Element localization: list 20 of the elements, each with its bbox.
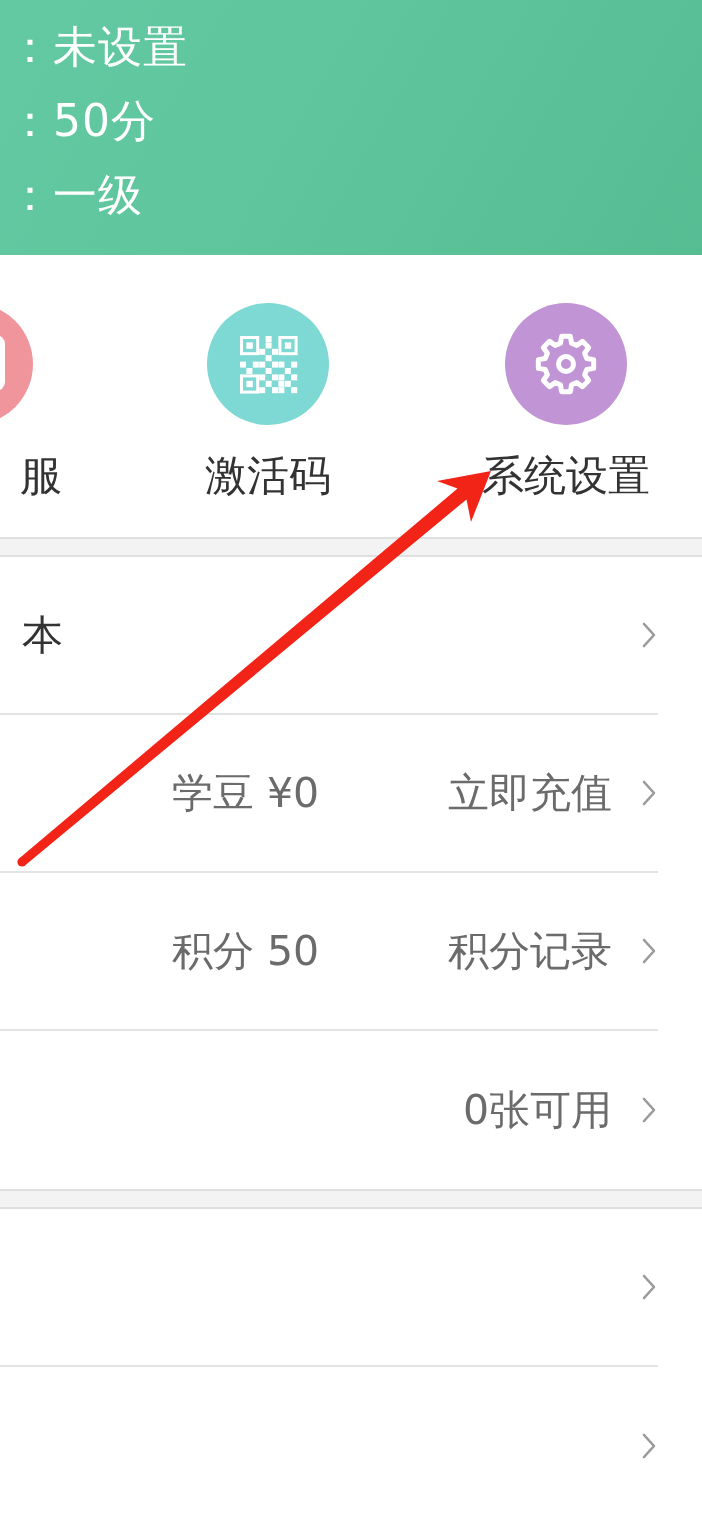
- shortcut-label[interactable]: 激活码: [205, 450, 331, 502]
- shortcut-label[interactable]: 服: [19, 450, 62, 502]
- menu-value: 学豆 ¥0: [172, 768, 320, 817]
- menu-action[interactable]: 立即充值: [448, 768, 612, 817]
- chevron-icon[interactable]: [642, 1097, 656, 1123]
- menu-action[interactable]: 0张可用: [462, 1085, 612, 1134]
- menu-value: 积分 50: [172, 926, 320, 975]
- profile-line: ：未设置: [7, 20, 188, 74]
- settings-icon[interactable]: [505, 303, 627, 425]
- profile-line: ：50分: [7, 94, 156, 148]
- chevron-icon[interactable]: [642, 780, 656, 806]
- menu-action[interactable]: 积分记录: [448, 926, 612, 975]
- qr-code-icon[interactable]: [207, 303, 329, 425]
- chevron-icon[interactable]: [642, 938, 656, 964]
- chevron-icon[interactable]: [642, 622, 656, 648]
- shortcut-label[interactable]: 系统设置: [482, 450, 650, 502]
- chevron-icon[interactable]: [642, 1433, 656, 1459]
- profile-line: ：一级: [7, 168, 143, 222]
- chevron-icon[interactable]: [642, 1274, 656, 1300]
- menu-label[interactable]: 本: [0, 607, 63, 663]
